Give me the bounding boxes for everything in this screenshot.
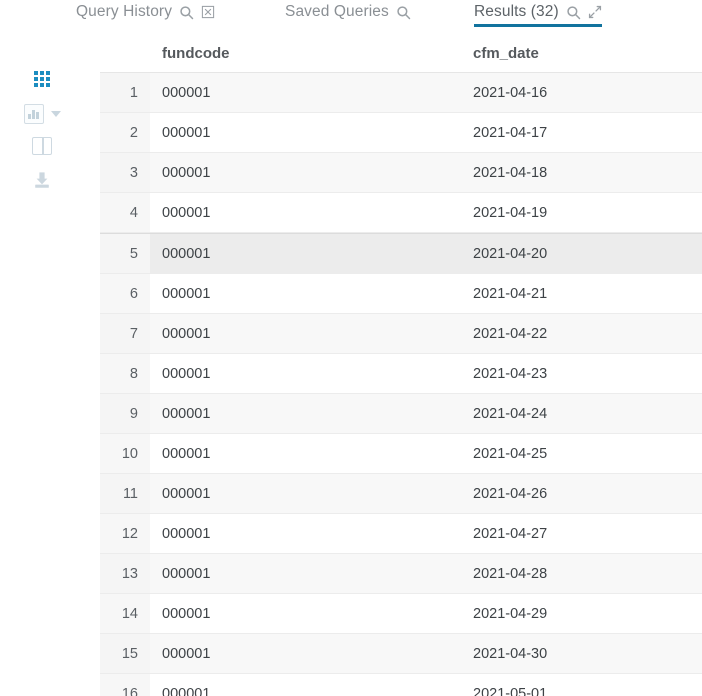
- cell-cfm-date[interactable]: 2021-04-25: [473, 434, 547, 473]
- tab-query-history-label: Query History: [76, 3, 173, 21]
- results-grid-header: fundcode cfm_date: [100, 34, 702, 72]
- bar-chart-icon: [23, 104, 44, 124]
- table-row[interactable]: 6 000001 2021-04-21: [100, 274, 702, 314]
- row-number: 6: [100, 274, 150, 313]
- search-icon[interactable]: [396, 5, 411, 20]
- clear-history-icon[interactable]: [201, 5, 215, 19]
- table-row[interactable]: 16 000001 2021-05-01: [100, 674, 702, 696]
- cell-cfm-date[interactable]: 2021-04-23: [473, 354, 547, 393]
- toolbar-grid-view-button[interactable]: [0, 65, 100, 93]
- results-grid: fundcode cfm_date 1 000001 2021-04-16 2 0000…: [100, 34, 702, 696]
- tab-saved-queries[interactable]: Saved Queries: [285, 0, 411, 24]
- row-number: 10: [100, 434, 150, 473]
- table-row[interactable]: 9 000001 2021-04-24: [100, 394, 702, 434]
- grid-view-icon: [34, 71, 50, 87]
- table-row[interactable]: 15 000001 2021-04-30: [100, 634, 702, 674]
- row-number: 16: [100, 674, 150, 696]
- cell-fundcode[interactable]: 000001: [162, 434, 210, 473]
- table-row[interactable]: 12 000001 2021-04-27: [100, 514, 702, 554]
- toolbar-export-button[interactable]: [0, 166, 100, 194]
- cell-cfm-date[interactable]: 2021-04-20: [473, 234, 547, 273]
- table-row[interactable]: 13 000001 2021-04-28: [100, 554, 702, 594]
- table-row[interactable]: 4 000001 2021-04-19: [100, 193, 702, 233]
- row-number: 11: [100, 474, 150, 513]
- tab-saved-queries-label: Saved Queries: [285, 3, 389, 21]
- active-tab-underline: [474, 24, 602, 27]
- row-number: 2: [100, 113, 150, 152]
- results-grid-body[interactable]: 1 000001 2021-04-16 2 000001 2021-04-17 3 00000…: [100, 72, 702, 696]
- row-number: 3: [100, 153, 150, 192]
- table-row[interactable]: 2 000001 2021-04-17: [100, 113, 702, 153]
- expand-icon[interactable]: [588, 5, 602, 19]
- cell-fundcode[interactable]: 000001: [162, 193, 210, 232]
- cell-fundcode[interactable]: 000001: [162, 234, 210, 273]
- cell-fundcode[interactable]: 000001: [162, 474, 210, 513]
- table-row[interactable]: 7 000001 2021-04-22: [100, 314, 702, 354]
- row-number: 4: [100, 193, 150, 232]
- row-number: 1: [100, 73, 150, 112]
- row-number: 7: [100, 314, 150, 353]
- cell-cfm-date[interactable]: 2021-04-19: [473, 193, 547, 232]
- results-panel: Query History Saved Queries Results (32)…: [0, 0, 702, 696]
- table-row[interactable]: 8 000001 2021-04-23: [100, 354, 702, 394]
- tab-results-label: Results (32): [474, 3, 559, 21]
- cell-fundcode[interactable]: 000001: [162, 73, 210, 112]
- search-icon[interactable]: [566, 5, 581, 20]
- tab-results[interactable]: Results (32): [474, 0, 602, 27]
- row-number: 15: [100, 634, 150, 673]
- chevron-down-icon[interactable]: [50, 111, 61, 117]
- cell-cfm-date[interactable]: 2021-04-27: [473, 514, 547, 553]
- cell-fundcode[interactable]: 000001: [162, 274, 210, 313]
- row-number: 8: [100, 354, 150, 393]
- table-row[interactable]: 14 000001 2021-04-29: [100, 594, 702, 634]
- column-header-fundcode[interactable]: fundcode: [162, 34, 230, 72]
- tab-strip: Query History Saved Queries Results (32): [0, 0, 702, 27]
- table-row[interactable]: 5 000001 2021-04-20: [100, 233, 702, 274]
- cell-cfm-date[interactable]: 2021-04-24: [473, 394, 547, 433]
- cell-cfm-date[interactable]: 2021-04-21: [473, 274, 547, 313]
- cell-cfm-date[interactable]: 2021-04-26: [473, 474, 547, 513]
- cell-cfm-date[interactable]: 2021-04-18: [473, 153, 547, 192]
- toolbar-split-panel-button[interactable]: [0, 132, 100, 160]
- cell-fundcode[interactable]: 000001: [162, 113, 210, 152]
- column-header-cfm-date[interactable]: cfm_date: [473, 34, 539, 72]
- cell-cfm-date[interactable]: 2021-04-22: [473, 314, 547, 353]
- cell-fundcode[interactable]: 000001: [162, 594, 210, 633]
- split-panel-icon: [32, 137, 52, 155]
- row-number: 5: [100, 234, 150, 273]
- row-number: 14: [100, 594, 150, 633]
- cell-cfm-date[interactable]: 2021-04-28: [473, 554, 547, 593]
- table-row[interactable]: 10 000001 2021-04-25: [100, 434, 702, 474]
- cell-fundcode[interactable]: 000001: [162, 354, 210, 393]
- table-row[interactable]: 1 000001 2021-04-16: [100, 73, 702, 113]
- cell-cfm-date[interactable]: 2021-05-01: [473, 674, 547, 696]
- table-row[interactable]: 11 000001 2021-04-26: [100, 474, 702, 514]
- download-icon: [32, 170, 52, 190]
- cell-fundcode[interactable]: 000001: [162, 314, 210, 353]
- row-number: 9: [100, 394, 150, 433]
- cell-fundcode[interactable]: 000001: [162, 514, 210, 553]
- table-row[interactable]: 3 000001 2021-04-18: [100, 153, 702, 193]
- row-number: 12: [100, 514, 150, 553]
- cell-cfm-date[interactable]: 2021-04-16: [473, 73, 547, 112]
- cell-fundcode[interactable]: 000001: [162, 394, 210, 433]
- toolbar-chart-view-button[interactable]: [0, 100, 100, 128]
- cell-cfm-date[interactable]: 2021-04-30: [473, 634, 547, 673]
- cell-fundcode[interactable]: 000001: [162, 554, 210, 593]
- cell-cfm-date[interactable]: 2021-04-17: [473, 113, 547, 152]
- cell-fundcode[interactable]: 000001: [162, 674, 210, 696]
- search-icon[interactable]: [179, 5, 194, 20]
- row-number: 13: [100, 554, 150, 593]
- cell-cfm-date[interactable]: 2021-04-29: [473, 594, 547, 633]
- cell-fundcode[interactable]: 000001: [162, 153, 210, 192]
- cell-fundcode[interactable]: 000001: [162, 634, 210, 673]
- view-toolbar: [0, 60, 100, 696]
- tab-query-history[interactable]: Query History: [76, 0, 215, 24]
